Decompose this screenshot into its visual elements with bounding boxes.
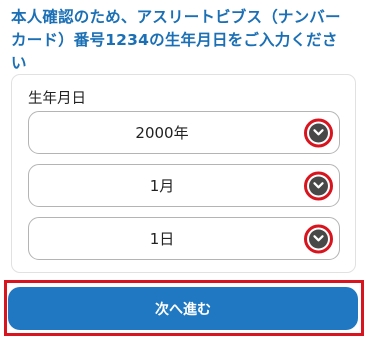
chevron-down-icon[interactable] xyxy=(309,229,328,248)
chevron-down-icon[interactable] xyxy=(309,123,328,142)
next-button[interactable]: 次へ進む xyxy=(8,287,358,330)
chevron-down-icon[interactable] xyxy=(309,176,328,195)
month-select-value: 1月 xyxy=(149,177,175,195)
month-dropdown-highlight[interactable] xyxy=(304,171,333,200)
instruction-line-3: い xyxy=(11,54,27,72)
month-select[interactable]: 1月 xyxy=(28,164,340,207)
instruction-text: 本人確認のため、アスリートビブス（ナンバー カード）番号1234の生年月日をご入… xyxy=(11,6,361,75)
day-select[interactable]: 1日 xyxy=(28,217,340,260)
day-dropdown-highlight[interactable] xyxy=(304,224,333,253)
birthdate-card: 生年月日 2000年 1月 1日 xyxy=(11,74,356,273)
year-select[interactable]: 2000年 xyxy=(28,111,340,154)
birthdate-entry-screen: 本人確認のため、アスリートビブス（ナンバー カード）番号1234の生年月日をご入… xyxy=(0,0,366,343)
birthdate-label: 生年月日 xyxy=(28,91,86,107)
day-select-value: 1日 xyxy=(149,230,175,248)
year-select-value: 2000年 xyxy=(135,124,189,142)
instruction-line-1: 本人確認のため、アスリートビブス（ナンバー xyxy=(11,8,341,26)
year-dropdown-highlight[interactable] xyxy=(304,118,333,147)
instruction-line-2: カード）番号1234の生年月日をご入力くださ xyxy=(11,31,338,49)
